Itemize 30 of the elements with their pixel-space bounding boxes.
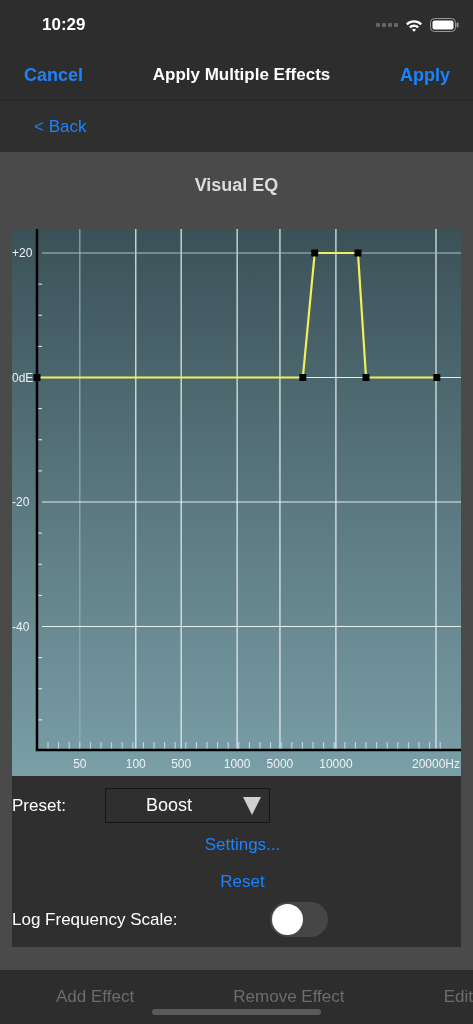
- x-axis-label: 500: [171, 757, 192, 771]
- x-axis-label: 50: [73, 757, 87, 771]
- x-axis-label: 20000Hz: [411, 757, 460, 771]
- signal-icon: [376, 22, 398, 28]
- preset-label: Preset:: [12, 794, 67, 817]
- y-axis-label: +20: [12, 246, 33, 260]
- text-link[interactable]: Reset: [220, 872, 265, 892]
- dropdown-triangle-icon: [243, 796, 261, 815]
- preset-dropdown[interactable]: Boost: [105, 788, 270, 823]
- x-axis-label: 10000: [319, 757, 353, 771]
- battery-icon: [430, 18, 459, 32]
- y-axis-label: 0dE: [12, 370, 34, 385]
- wifi-icon: [405, 18, 423, 32]
- control-point[interactable]: [362, 374, 370, 381]
- back-button[interactable]: < Back: [34, 116, 87, 137]
- log-scale-label: Log Frequency Scale:: [12, 908, 178, 931]
- screen-title: Apply Multiple Effects: [152, 65, 331, 85]
- cancel-button[interactable]: Cancel: [24, 64, 84, 86]
- status-time: 10:29: [42, 15, 86, 35]
- panel-title: Visual EQ: [194, 174, 279, 197]
- y-axis-label: -40: [12, 619, 30, 634]
- control-point[interactable]: [354, 249, 362, 257]
- log-scale-toggle[interactable]: [270, 902, 329, 937]
- x-axis-label: 1000: [223, 757, 251, 771]
- x-axis-label: 5000: [266, 757, 294, 771]
- apply-button[interactable]: Apply: [400, 64, 450, 86]
- x-axis-label: 100: [125, 757, 146, 771]
- control-point[interactable]: [311, 249, 319, 257]
- y-axis-label: -20: [12, 495, 30, 509]
- text-link[interactable]: Settings...: [204, 835, 281, 855]
